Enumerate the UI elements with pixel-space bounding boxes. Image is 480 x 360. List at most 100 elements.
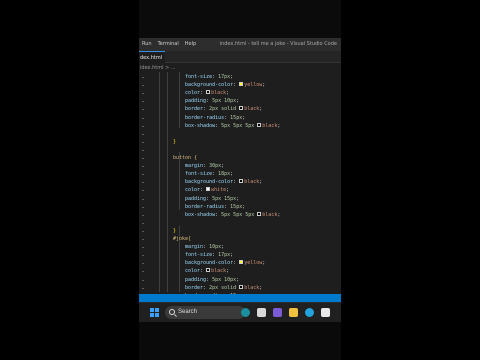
css-value: white: [211, 187, 227, 194]
code-line: #joke{: [173, 235, 191, 243]
line-number-marker: [142, 125, 144, 127]
task-view-icon[interactable]: [257, 308, 266, 317]
line-number-marker: [142, 271, 144, 273]
menu-help[interactable]: Help: [182, 38, 199, 51]
css-value: 2px solid: [209, 284, 237, 291]
css-property: background-color: [185, 260, 234, 267]
css-value: black: [262, 122, 278, 129]
code-line: padding: 5px 10px;: [185, 276, 240, 283]
color-swatch[interactable]: [257, 122, 262, 127]
css-value: 2px solid: [209, 106, 237, 113]
taskbar-search[interactable]: Search: [165, 306, 245, 319]
chat-icon[interactable]: [273, 308, 282, 317]
line-number-marker: [142, 182, 144, 184]
css-property: color: [185, 90, 201, 97]
css-property: border: [185, 284, 204, 291]
search-icon: [169, 309, 175, 315]
css-property: background-color: [185, 82, 234, 89]
css-value: 10px: [209, 244, 222, 251]
css-selector: #joke{: [173, 236, 192, 242]
line-number-marker: [142, 149, 144, 151]
line-number-marker: [142, 141, 144, 143]
breadcrumb[interactable]: idex.html > ...: [139, 64, 341, 72]
css-value: 15px: [230, 114, 243, 121]
code-line: margin: 10px;: [185, 244, 225, 251]
tab-bar: dex.html: [139, 51, 341, 63]
css-selector: button {: [173, 155, 198, 161]
line-number-marker: [142, 77, 144, 78]
css-property: padding: [185, 276, 207, 283]
css-value: black: [211, 268, 227, 275]
css-value: 5px 10px: [212, 276, 237, 283]
css-value: black: [262, 211, 278, 218]
css-property: color: [185, 268, 201, 275]
title-bar: Run Terminal Help index.html - tell me a…: [139, 38, 341, 51]
css-property: font-size: [185, 171, 213, 178]
line-number-marker: [142, 117, 144, 119]
code-line: }: [173, 138, 176, 146]
code-editor[interactable]: font-size: 17px; background-color: yellow…: [139, 72, 341, 307]
code-line: box-shadow: 5px 5px 5px black;: [185, 211, 281, 218]
tab-index-html[interactable]: dex.html: [139, 51, 165, 63]
line-number-marker: [142, 109, 144, 111]
code-line: }: [173, 227, 176, 235]
code-line: font-size: 17px;: [185, 252, 234, 259]
css-value: yellow: [244, 82, 263, 89]
color-swatch[interactable]: [206, 90, 211, 95]
line-number-marker: [142, 263, 144, 265]
css-value: 18px: [218, 171, 231, 178]
line-number-marker: [142, 93, 144, 95]
css-property: margin: [185, 244, 204, 251]
line-number-marker: [142, 247, 144, 249]
css-property: font-size: [185, 74, 213, 80]
color-swatch[interactable]: [206, 268, 211, 273]
copilot-icon[interactable]: [241, 308, 250, 317]
css-value: 5px 15px: [212, 195, 237, 202]
store-icon[interactable]: [321, 308, 330, 317]
color-swatch[interactable]: [257, 211, 262, 216]
css-value: 30px: [209, 163, 222, 170]
indent-guide: [167, 72, 168, 292]
line-number-marker: [142, 198, 144, 200]
menu-run[interactable]: Run: [139, 38, 155, 51]
line-number-marker: [142, 222, 144, 224]
color-swatch[interactable]: [239, 106, 244, 111]
line-number-marker: [142, 279, 144, 281]
line-number-marker: [142, 133, 144, 135]
css-value: black: [244, 179, 260, 186]
css-property: padding: [185, 98, 207, 105]
color-swatch[interactable]: [239, 179, 244, 184]
line-number-marker: [142, 239, 144, 240]
css-property: border-radius: [185, 203, 225, 210]
css-value: 15px: [230, 203, 243, 210]
line-number-marker: [142, 206, 144, 208]
windows-taskbar: Search: [139, 302, 341, 322]
edge-icon[interactable]: [305, 308, 314, 317]
screen-area: Run Terminal Help index.html - tell me a…: [139, 0, 341, 360]
color-swatch[interactable]: [239, 260, 244, 265]
css-property: font-size: [185, 252, 213, 259]
code-line: border-radius: 15px;: [185, 114, 246, 121]
line-number-marker: [142, 190, 144, 192]
css-property: background-color: [185, 179, 234, 186]
line-number-marker: [142, 255, 144, 257]
css-value: yellow: [244, 260, 263, 267]
line-number-marker: [142, 101, 144, 103]
code-line: border-radius: 15px;: [185, 203, 246, 210]
color-swatch[interactable]: [239, 284, 244, 289]
color-swatch[interactable]: [239, 82, 244, 87]
closing-brace: }: [173, 227, 177, 234]
file-explorer-icon[interactable]: [289, 308, 298, 317]
code-line: button {: [173, 154, 197, 162]
windows-start-icon[interactable]: [150, 308, 159, 317]
css-value: 5px 5px 5px: [221, 122, 255, 129]
code-line: margin: 30px;: [185, 163, 225, 170]
code-line: padding: 5px 15px;: [185, 195, 240, 202]
color-swatch[interactable]: [206, 187, 211, 192]
closing-brace: }: [173, 138, 177, 145]
code-line: box-shadow: 5px 5px 5px black;: [185, 122, 281, 129]
menu-terminal[interactable]: Terminal: [155, 38, 182, 51]
css-property: box-shadow: [185, 211, 216, 218]
code-line: color: black;: [185, 90, 230, 97]
css-value: 17px: [218, 74, 231, 80]
